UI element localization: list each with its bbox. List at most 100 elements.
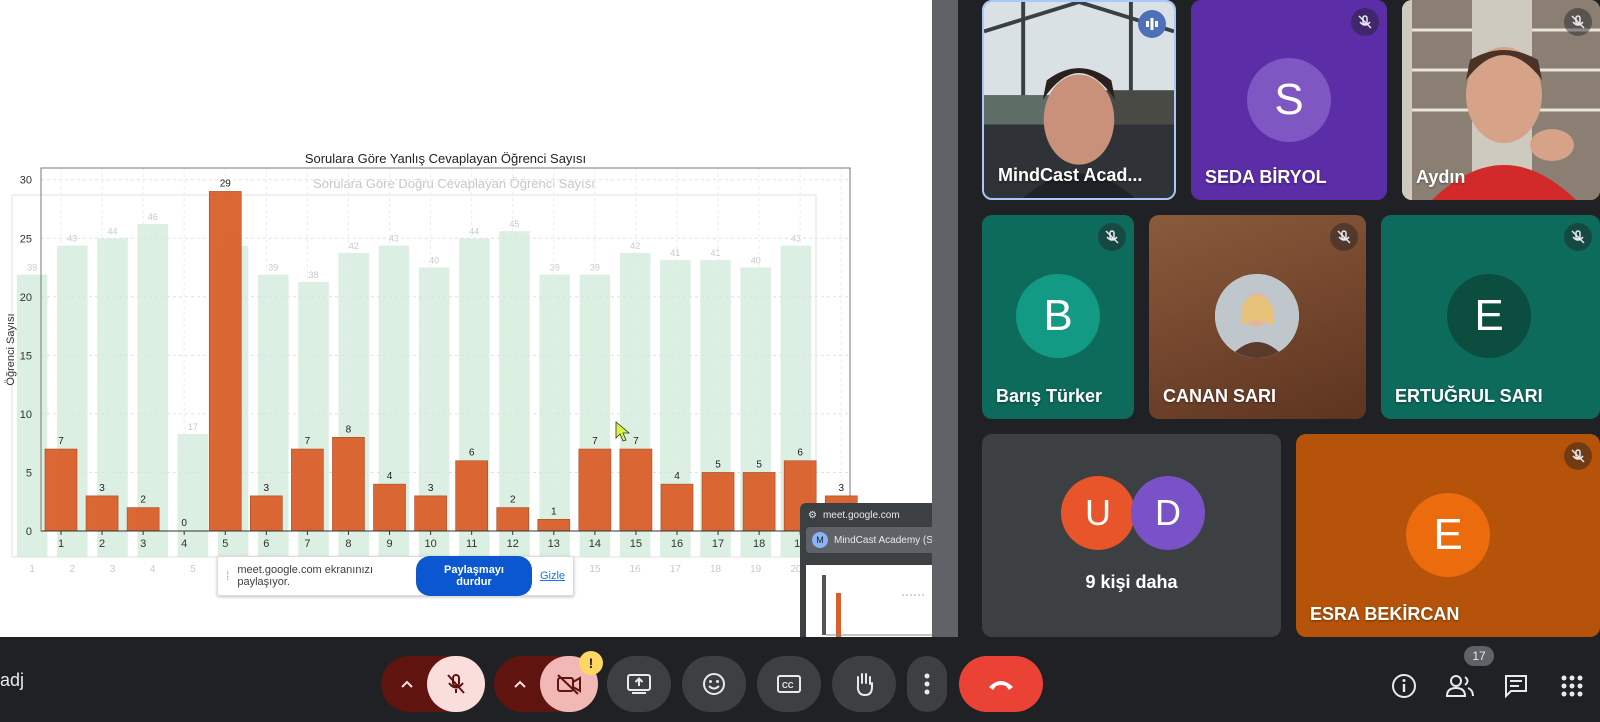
x-tick-label: 12 xyxy=(507,538,519,550)
captions-icon: CC xyxy=(777,675,801,693)
x-tick-label: 9 xyxy=(386,538,392,550)
shared-screen: Sorulara Göre Doğru Cevaplayan Öğrenci S… xyxy=(0,0,932,637)
drag-handle-icon[interactable]: ⁞ xyxy=(226,569,229,583)
x-tick-label: 5 xyxy=(222,538,228,550)
background-chart-title: Sorulara Göre Doğru Cevaplayan Öğrenci S… xyxy=(313,176,595,191)
svg-text:CC: CC xyxy=(782,681,794,690)
participant-name: ESRA BEKİRCAN xyxy=(1310,604,1460,624)
participant-tile-seda[interactable]: S SEDA BİRYOL xyxy=(1191,0,1387,200)
speaking-indicator-icon xyxy=(1138,10,1166,38)
mic-off-icon xyxy=(1564,8,1592,36)
background-bar-label: 44 xyxy=(107,226,117,236)
mic-toggle-button[interactable] xyxy=(427,656,485,712)
more-options-icon xyxy=(924,673,930,695)
bar xyxy=(414,495,447,532)
participant-tile-canan[interactable]: CANAN SARI xyxy=(1149,215,1366,419)
background-bar-label: 41 xyxy=(670,248,680,258)
background-bar-label: 45 xyxy=(509,219,519,229)
x-tick-label: 8 xyxy=(345,538,351,550)
mic-off-icon xyxy=(1330,223,1358,251)
participant-tile-ertugrul[interactable]: E ERTUĞRUL SARI xyxy=(1381,215,1600,419)
bar xyxy=(208,191,242,532)
more-participants-label: 9 kişi daha xyxy=(1085,572,1178,592)
meeting-details-button[interactable] xyxy=(1388,670,1420,702)
background-bar-label: 41 xyxy=(710,248,720,258)
participant-name: ERTUĞRUL SARI xyxy=(1395,386,1543,406)
reactions-button[interactable] xyxy=(682,656,746,712)
bar-value-label: 5 xyxy=(756,459,762,470)
x-tick-label: 14 xyxy=(589,538,601,550)
audio-options-button[interactable] xyxy=(381,656,433,712)
x-tick-label: 11 xyxy=(466,538,477,550)
bar xyxy=(537,518,571,532)
background-bar-label: 42 xyxy=(349,241,359,251)
bar-value-label: 7 xyxy=(305,436,311,447)
x-tick-label: 18 xyxy=(753,538,765,550)
more-participants-tile[interactable]: U D 9 kişi daha xyxy=(982,434,1281,637)
activities-button[interactable] xyxy=(1556,670,1588,702)
participant-tile-esra[interactable]: E ESRA BEKİRCAN xyxy=(1296,434,1600,637)
background-bar-label: 39 xyxy=(268,263,278,273)
bar xyxy=(44,448,78,532)
background-bar-label: 42 xyxy=(630,241,640,251)
y-tick-label: 0 xyxy=(26,526,32,538)
background-bar-label: 17 xyxy=(188,422,198,432)
meet-window: Sorulara Göre Doğru Cevaplayan Öğrenci S… xyxy=(0,0,1600,722)
bar xyxy=(126,507,160,532)
bar-value-label: 8 xyxy=(346,424,352,435)
tune-icon: ⚙ xyxy=(808,509,817,521)
bar xyxy=(85,495,119,532)
preview-url: meet.google.com xyxy=(822,509,900,521)
avatar: B xyxy=(1016,274,1100,358)
participant-tile-mindcast[interactable]: MindCast Acad... xyxy=(982,0,1176,200)
chart-title: Sorulara Göre Yanlış Cevaplayan Öğrenci … xyxy=(305,151,586,166)
present-button[interactable] xyxy=(607,656,671,712)
stop-sharing-button[interactable]: Paylaşmayı durdur xyxy=(416,556,532,596)
video-options-button[interactable] xyxy=(494,656,546,712)
raise-hand-button[interactable] xyxy=(832,656,896,712)
bar-value-label: 5 xyxy=(715,459,721,470)
participant-tile-baris[interactable]: B Barış Türker xyxy=(982,215,1134,419)
avatar: S xyxy=(1247,58,1331,142)
people-button[interactable] xyxy=(1444,670,1476,702)
participant-name: CANAN SARI xyxy=(1163,386,1277,406)
background-chart-frame xyxy=(11,194,817,558)
mic-off-icon xyxy=(1564,442,1592,470)
participant-name: SEDA BİRYOL xyxy=(1205,167,1327,187)
background-bar-label: 39 xyxy=(27,263,37,273)
participant-tile-aydin[interactable]: Aydın xyxy=(1402,0,1600,200)
chat-button[interactable] xyxy=(1500,670,1532,702)
meeting-code: adj xyxy=(0,670,25,690)
more-options-button[interactable] xyxy=(907,656,947,712)
raise-hand-icon xyxy=(856,673,873,697)
bar xyxy=(619,448,653,532)
x-tick-label: 7 xyxy=(304,538,310,550)
presentation-preview[interactable]: ⚙ meet.google.com M MindCast Academy (Si… xyxy=(800,503,932,637)
hide-link[interactable]: Gizle xyxy=(540,570,565,582)
x-tick-label: 2 xyxy=(99,538,105,550)
preview-thumbnail xyxy=(806,565,932,637)
people-icon xyxy=(1445,675,1474,697)
captions-button[interactable]: CC xyxy=(757,656,821,712)
mic-off-icon xyxy=(1098,223,1126,251)
share-banner-text: meet.google.com ekranınızı paylaşıyor. xyxy=(237,564,374,588)
background-bar xyxy=(137,223,168,557)
people-count-badge: 17 xyxy=(1464,646,1494,666)
background-x-tick-label: 17 xyxy=(670,564,682,575)
bar-value-label: 29 xyxy=(220,178,232,189)
camera-off-icon xyxy=(557,674,581,695)
bar-value-label: 2 xyxy=(510,495,516,506)
background-x-tick-label: 3 xyxy=(110,564,116,575)
camera-warning-badge: ! xyxy=(579,651,603,675)
present-icon xyxy=(627,674,651,694)
y-tick-label: 25 xyxy=(20,233,32,245)
y-axis-label: Öğrenci Sayısı xyxy=(5,313,17,385)
background-bar-label: 38 xyxy=(308,270,318,280)
avatar: M xyxy=(812,532,828,548)
background-bar-label: 46 xyxy=(148,212,158,222)
leave-call-button[interactable] xyxy=(959,656,1043,712)
bar-value-label: 2 xyxy=(140,495,146,506)
chevron-up-icon xyxy=(401,680,413,688)
x-tick-label: 13 xyxy=(548,538,560,550)
bar-value-label: 4 xyxy=(387,471,393,482)
